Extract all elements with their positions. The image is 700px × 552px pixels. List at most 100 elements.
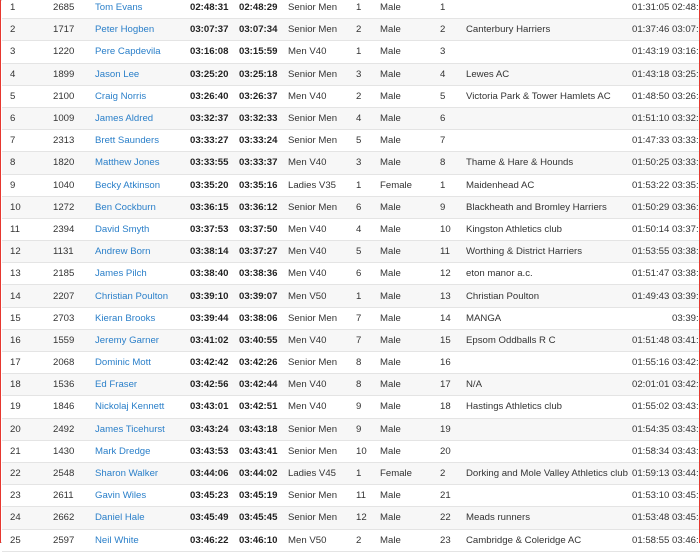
category-cell: Men V40 bbox=[288, 85, 356, 108]
category-position-cell: 6 bbox=[356, 196, 380, 219]
category-position-cell: 6 bbox=[356, 262, 380, 286]
split-time-cell: 01:49:43 bbox=[632, 284, 672, 308]
runner-name-link[interactable]: Jason Lee bbox=[95, 69, 139, 80]
finish-time-cell: 02:48:31 bbox=[672, 0, 700, 20]
bib-cell: 1559 bbox=[53, 329, 95, 353]
runner-name-cell: Jason Lee bbox=[95, 63, 190, 86]
runner-name-link[interactable]: Ed Fraser bbox=[95, 379, 137, 390]
club-cell: Epsom Oddballs R C bbox=[466, 329, 632, 353]
position-cell: 24 bbox=[2, 506, 53, 530]
split-time-cell: 01:54:35 bbox=[632, 418, 672, 441]
runner-name-link[interactable]: Andrew Born bbox=[95, 246, 150, 257]
gender-cell: Male bbox=[380, 18, 440, 42]
chip-time-cell: 03:15:59 bbox=[239, 40, 288, 64]
finish-time-cell: 03:36:15 bbox=[672, 196, 700, 219]
chip-time-cell: 03:07:34 bbox=[239, 18, 288, 42]
runner-name-link[interactable]: Craig Norris bbox=[95, 91, 146, 102]
split-time-cell: 01:50:29 bbox=[632, 196, 672, 219]
split-time-cell: 01:53:10 bbox=[632, 484, 672, 508]
category-cell: Senior Men bbox=[288, 0, 356, 20]
gender-position-cell: 10 bbox=[440, 218, 466, 242]
position-cell: 23 bbox=[2, 484, 53, 508]
gender-position-cell: 15 bbox=[440, 329, 466, 353]
runner-name-cell: Sharon Walker bbox=[95, 462, 190, 486]
gender-position-cell: 21 bbox=[440, 484, 466, 508]
table-row: 8 1820 Matthew Jones 03:33:55 03:33:37 Men V4… bbox=[2, 151, 700, 175]
runner-name-link[interactable]: Dominic Mott bbox=[95, 357, 151, 368]
split-time-cell: 01:58:34 bbox=[632, 440, 672, 463]
gun-time-cell: 03:36:15 bbox=[190, 196, 239, 219]
gun-time-cell: 03:26:40 bbox=[190, 85, 239, 108]
bib-cell: 2685 bbox=[53, 0, 95, 20]
runner-name-link[interactable]: Jeremy Garner bbox=[95, 335, 159, 346]
finish-time-cell: 03:37:53 bbox=[672, 218, 700, 242]
club-cell: Hastings Athletics club bbox=[466, 395, 632, 419]
gender-cell: Male bbox=[380, 284, 440, 308]
category-position-cell: 1 bbox=[356, 40, 380, 64]
finish-time-cell: 03:43:24 bbox=[672, 418, 700, 441]
runner-name-cell: Ed Fraser bbox=[95, 373, 190, 397]
split-time-cell bbox=[632, 307, 672, 330]
club-cell bbox=[466, 351, 632, 375]
bib-cell: 1899 bbox=[53, 63, 95, 86]
runner-name-link[interactable]: James Aldred bbox=[95, 113, 153, 124]
runner-name-link[interactable]: James Ticehurst bbox=[95, 424, 165, 435]
chip-time-cell: 03:40:55 bbox=[239, 329, 288, 353]
chip-time-cell: 03:44:02 bbox=[239, 462, 288, 486]
bib-cell: 2703 bbox=[53, 307, 95, 330]
runner-name-link[interactable]: Daniel Hale bbox=[95, 512, 145, 523]
gun-time-cell: 02:48:31 bbox=[190, 0, 239, 20]
category-cell: Senior Men bbox=[288, 196, 356, 219]
finish-time-cell: 03:43:01 bbox=[672, 395, 700, 419]
club-cell: Canterbury Harriers bbox=[466, 18, 632, 42]
club-cell: Christian Poulton bbox=[466, 284, 632, 308]
runner-name-link[interactable]: Peter Hogben bbox=[95, 24, 154, 35]
split-time-cell: 01:58:55 bbox=[632, 529, 672, 552]
club-cell: Cambridge & Coleridge AC bbox=[466, 529, 632, 552]
runner-name-cell: Kieran Brooks bbox=[95, 307, 190, 330]
runner-name-link[interactable]: Matthew Jones bbox=[95, 157, 160, 168]
split-time-cell: 01:51:10 bbox=[632, 107, 672, 131]
split-time-cell: 02:01:01 bbox=[632, 373, 672, 397]
club-cell: Lewes AC bbox=[466, 63, 632, 86]
bib-cell: 2597 bbox=[53, 529, 95, 552]
gender-cell: Male bbox=[380, 529, 440, 552]
runner-name-link[interactable]: Becky Atkinson bbox=[95, 180, 160, 191]
runner-name-link[interactable]: Brett Saunders bbox=[95, 135, 159, 146]
runner-name-link[interactable]: Ben Cockburn bbox=[95, 202, 156, 213]
runner-name-cell: Tom Evans bbox=[95, 0, 190, 20]
gun-time-cell: 03:42:42 bbox=[190, 351, 239, 375]
gender-cell: Male bbox=[380, 107, 440, 131]
finish-time-cell: 03:42:56 bbox=[672, 373, 700, 397]
gun-time-cell: 03:38:40 bbox=[190, 262, 239, 286]
category-position-cell: 1 bbox=[356, 284, 380, 308]
runner-name-link[interactable]: Sharon Walker bbox=[95, 468, 158, 479]
split-time-cell: 01:55:16 bbox=[632, 351, 672, 375]
chip-time-cell: 03:32:33 bbox=[239, 107, 288, 131]
runner-name-link[interactable]: Nickolaj Kennett bbox=[95, 401, 164, 412]
runner-name-link[interactable]: Mark Dredge bbox=[95, 446, 150, 457]
bib-cell: 1820 bbox=[53, 151, 95, 175]
category-position-cell: 3 bbox=[356, 151, 380, 175]
gender-cell: Male bbox=[380, 395, 440, 419]
gender-cell: Male bbox=[380, 262, 440, 286]
runner-name-link[interactable]: James Pilch bbox=[95, 268, 147, 279]
gun-time-cell: 03:39:10 bbox=[190, 284, 239, 308]
runner-name-link[interactable]: Gavin Wiles bbox=[95, 490, 146, 501]
chip-time-cell: 03:43:41 bbox=[239, 440, 288, 463]
runner-name-link[interactable]: Christian Poulton bbox=[95, 291, 168, 302]
finish-time-cell: 03:44:06 bbox=[672, 462, 700, 486]
category-position-cell: 7 bbox=[356, 307, 380, 330]
finish-time-cell: 03:39:10 bbox=[672, 284, 700, 308]
split-time-cell: 01:48:50 bbox=[632, 85, 672, 108]
runner-name-link[interactable]: Kieran Brooks bbox=[95, 313, 155, 324]
bib-cell: 1430 bbox=[53, 440, 95, 463]
runner-name-link[interactable]: David Smyth bbox=[95, 224, 149, 235]
runner-name-cell: James Ticehurst bbox=[95, 418, 190, 441]
table-row: 23 2611 Gavin Wiles 03:45:23 03:45:19 Senior … bbox=[2, 484, 700, 508]
chip-time-cell: 03:35:16 bbox=[239, 174, 288, 197]
runner-name-link[interactable]: Neil White bbox=[95, 535, 139, 546]
runner-name-link[interactable]: Pere Capdevila bbox=[95, 46, 161, 57]
runner-name-link[interactable]: Tom Evans bbox=[95, 2, 142, 13]
results-frame: 1 2685 Tom Evans 02:48:31 02:48:29 Senior Men… bbox=[0, 0, 700, 552]
